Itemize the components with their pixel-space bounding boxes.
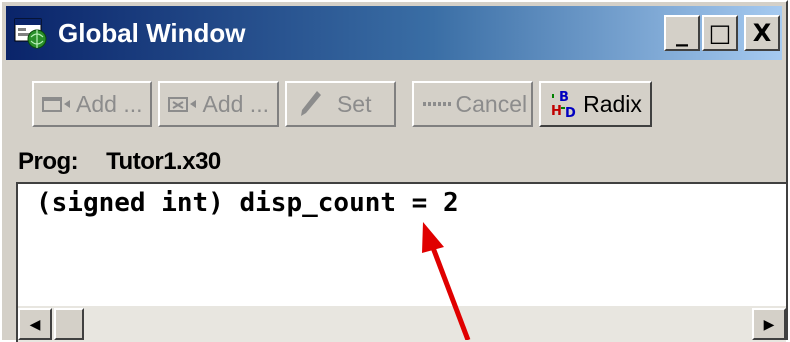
set-button[interactable]: Set [284, 81, 396, 127]
maximize-icon: □ [708, 19, 732, 47]
variable-list[interactable]: (signed int) disp_count = 2 ◀ ▶ [16, 182, 786, 342]
close-icon: X [752, 19, 772, 47]
variable-row[interactable]: (signed int) disp_count = 2 [36, 188, 459, 218]
scroll-right-button[interactable]: ▶ [752, 308, 786, 340]
global-window-icon [14, 17, 48, 49]
program-row: Prog: Tutor1.x30 [18, 148, 221, 176]
window-title: Global Window [58, 17, 246, 48]
svg-text:H: H [551, 104, 562, 119]
toolbar: Add ... Add ... Set Cancel B H D Radix [32, 78, 658, 130]
svg-text:B: B [559, 90, 569, 105]
add-button-1[interactable]: Add ... [32, 81, 153, 127]
cancel-button[interactable]: Cancel [411, 81, 534, 127]
close-button[interactable]: X [744, 15, 780, 51]
global-window: Global Window _ □ X Add ... Add ... Set … [0, 0, 788, 342]
add-button-1-label: Add ... [76, 90, 143, 117]
maximize-button[interactable]: □ [702, 15, 738, 51]
add-button-2[interactable]: Add ... [158, 81, 279, 127]
cancel-icon [422, 97, 452, 111]
prog-file: Tutor1.x30 [106, 148, 221, 175]
add-button-2-label: Add ... [202, 90, 269, 117]
pencil-icon [297, 89, 323, 119]
scroll-thumb[interactable] [54, 308, 84, 340]
add-window-icon [42, 94, 72, 114]
set-button-label: Set [336, 90, 372, 117]
arrow-right-icon: ▶ [763, 315, 775, 332]
horizontal-scrollbar[interactable]: ◀ ▶ [18, 306, 786, 342]
arrow-left-icon: ◀ [29, 315, 41, 332]
svg-text:D: D [565, 106, 576, 120]
minimize-icon: _ [676, 19, 688, 47]
minimize-button[interactable]: _ [664, 15, 700, 51]
prog-label: Prog: [18, 148, 79, 175]
radix-icon: B H D [549, 88, 579, 120]
add-grid-icon [168, 94, 198, 114]
radix-button-label: Radix [583, 90, 642, 117]
scroll-left-button[interactable]: ◀ [18, 308, 52, 340]
cancel-button-label: Cancel [455, 90, 528, 117]
title-bar[interactable]: Global Window _ □ X [6, 6, 782, 60]
radix-button[interactable]: B H D Radix [539, 81, 652, 127]
